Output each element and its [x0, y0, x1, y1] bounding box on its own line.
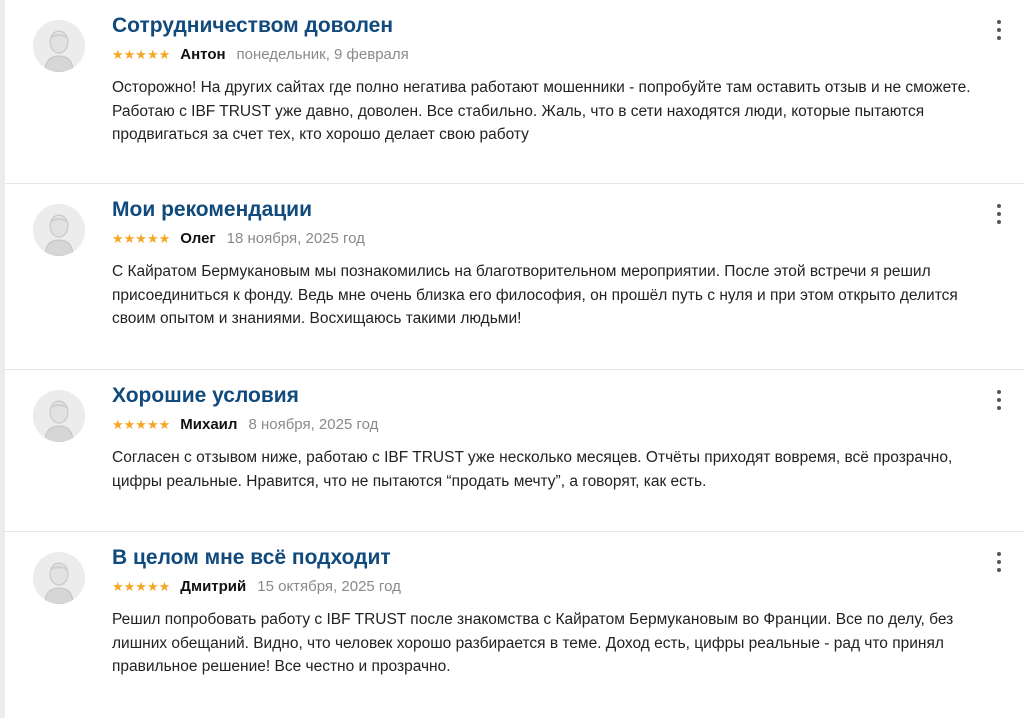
- review-date: 18 ноября, 2025 год: [226, 230, 365, 247]
- avatar: [33, 552, 85, 604]
- review-title: Хорошие условия: [112, 384, 299, 407]
- more-vertical-icon[interactable]: [992, 18, 1006, 42]
- review-date: 8 ноября, 2025 год: [248, 416, 379, 433]
- review-date: понедельник, 9 февраля: [236, 46, 409, 63]
- user-avatar-icon: [33, 552, 85, 604]
- review-text: Согласен с отзывом ниже, работаю с IBF T…: [112, 449, 953, 490]
- review-card: Хорошие условия ★★★★★ Михаил 8 ноября, 2…: [5, 370, 1024, 532]
- review-text: Осторожно! На других сайтах где полно не…: [112, 79, 971, 143]
- rating-stars: ★★★★★: [112, 416, 171, 432]
- more-vertical-icon[interactable]: [992, 202, 1006, 226]
- avatar: [33, 390, 85, 442]
- avatar: [33, 204, 85, 256]
- user-avatar-icon: [33, 20, 85, 72]
- rating-stars: ★★★★★: [112, 230, 171, 246]
- review-meta: ★★★★★ Михаил 8 ноября, 2025 год: [112, 416, 378, 433]
- review-title: Мои рекомендации: [112, 198, 312, 221]
- review-author: Олег: [180, 230, 216, 247]
- more-vertical-icon[interactable]: [992, 550, 1006, 574]
- reviews-page: Сотрудничеством доволен ★★★★★ Антон поне…: [0, 0, 1024, 718]
- review-card: В целом мне всё подходит ★★★★★ Дмитрий 1…: [5, 532, 1024, 718]
- review-text: Решил попробовать работу с IBF TRUST пос…: [112, 611, 954, 675]
- rating-stars: ★★★★★: [112, 46, 171, 62]
- rating-stars: ★★★★★: [112, 578, 171, 594]
- review-card: Сотрудничеством доволен ★★★★★ Антон поне…: [5, 0, 1024, 184]
- review-card: Мои рекомендации ★★★★★ Олег 18 ноября, 2…: [5, 184, 1024, 370]
- review-author: Михаил: [180, 416, 238, 433]
- avatar: [33, 20, 85, 72]
- review-text: С Кайратом Бермукановым мы познакомились…: [112, 263, 958, 327]
- review-meta: ★★★★★ Антон понедельник, 9 февраля: [112, 46, 409, 63]
- review-title: Сотрудничеством доволен: [112, 14, 394, 37]
- review-meta: ★★★★★ Дмитрий 15 октября, 2025 год: [112, 578, 401, 595]
- review-author: Дмитрий: [180, 578, 247, 595]
- review-title: В целом мне всё подходит: [112, 546, 391, 569]
- user-avatar-icon: [33, 204, 85, 256]
- user-avatar-icon: [33, 390, 85, 442]
- review-date: 15 октября, 2025 год: [257, 578, 401, 595]
- more-vertical-icon[interactable]: [992, 388, 1006, 412]
- review-meta: ★★★★★ Олег 18 ноября, 2025 год: [112, 230, 365, 247]
- review-author: Антон: [180, 46, 226, 63]
